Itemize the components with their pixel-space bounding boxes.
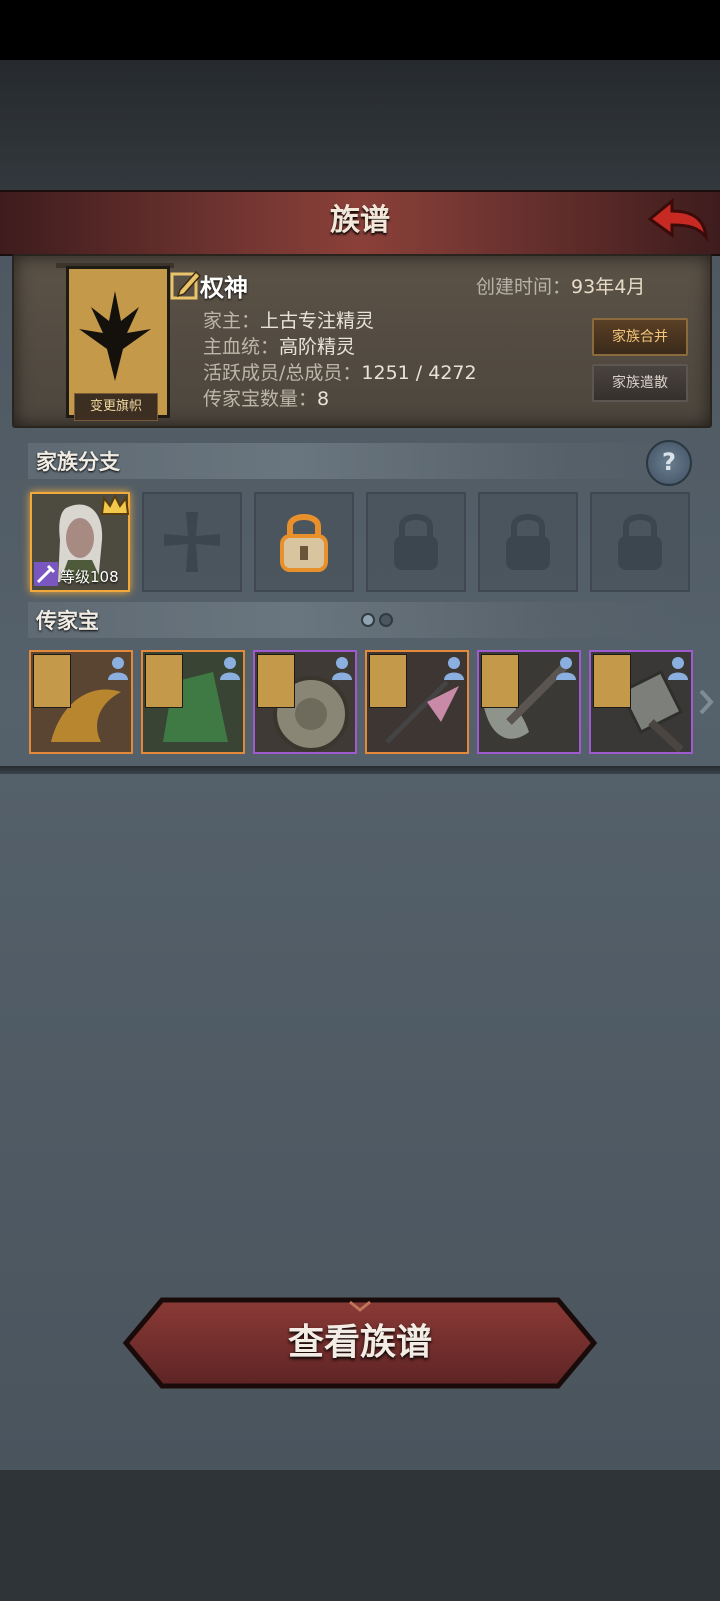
back-arrow-icon[interactable] [646,197,710,247]
leader-line: 家主：上古专注精灵 [203,306,374,333]
lock-icon [394,514,438,570]
branches-title: 家族分支 [36,450,120,474]
branch-slot-6 [590,492,690,592]
bloodline-value: 高阶精灵 [279,336,356,358]
background-top [0,60,720,190]
clan-flag-icon [481,654,519,708]
branch-slot-4 [366,492,466,592]
disband-button[interactable]: 家族遣散 [592,364,688,402]
lock-icon [506,514,550,570]
clan-flag-icon [33,654,71,708]
leader-value: 上古专注精灵 [260,310,375,332]
bloodline-label: 主血统： [203,336,280,358]
change-flag-button[interactable]: 变更旗帜 [74,393,158,421]
page-dots-icon [361,613,393,627]
branch-slot-3[interactable] [254,492,354,592]
clan-flag-icon [369,654,407,708]
heirloom-6[interactable] [589,650,693,754]
person-icon [108,657,128,680]
lock-icon [618,514,662,570]
heirlooms-title: 传家宝 [36,609,99,633]
heirloom-count-line: 传家宝数量：8 [203,384,329,411]
help-icon[interactable]: ? [646,440,692,486]
section-divider [0,766,720,774]
merge-button[interactable]: 家族合并 [592,318,688,356]
background-bottom [0,1470,720,1601]
clan-flag-icon [593,654,631,708]
members-value: 1251 / 4272 [361,362,477,384]
created-time: 创建时间：93年4月 [476,272,645,299]
page-title: 族谱 [330,203,390,238]
crown-icon [100,494,130,515]
person-icon [668,657,688,680]
heirloom-count-value: 8 [317,388,330,410]
edit-name-icon[interactable] [170,268,202,300]
members-line: 活跃成员/总成员：1251 / 4272 [203,358,477,385]
branch-level: 等级108 [60,568,119,586]
branches-header [28,443,692,479]
heirloom-3[interactable] [253,650,357,754]
cross-icon [164,512,220,572]
heirloom-2[interactable] [141,650,245,754]
chevron-right-icon[interactable] [698,688,714,716]
person-icon [444,657,464,680]
heirloom-count-label: 传家宝数量： [203,388,318,410]
status-bar [0,0,720,60]
sword-level-icon [34,562,58,586]
branch-slot-2[interactable] [142,492,242,592]
heirloom-1[interactable] [29,650,133,754]
created-value: 93年4月 [571,276,646,298]
created-label: 创建时间： [476,276,572,298]
clan-name: 权神 [200,274,248,302]
clan-emblem-icon [79,291,151,381]
view-genealogy-button[interactable]: 查看族谱 [122,1296,598,1390]
lock-highlight-icon [280,514,328,572]
screen: 族谱 变更旗帜 权神 创建时间：93年4月 家主：上古专注精灵 主血统：高阶精灵… [0,0,720,1601]
person-icon [220,657,240,680]
leader-label: 家主： [203,310,261,332]
person-icon [556,657,576,680]
branch-slot-5 [478,492,578,592]
clan-flag-icon [257,654,295,708]
clan-flag-icon [145,654,183,708]
members-label: 活跃成员/总成员： [203,362,362,384]
heirloom-5[interactable] [477,650,581,754]
heirloom-4[interactable] [365,650,469,754]
person-icon [332,657,352,680]
bloodline-line: 主血统：高阶精灵 [203,332,355,359]
